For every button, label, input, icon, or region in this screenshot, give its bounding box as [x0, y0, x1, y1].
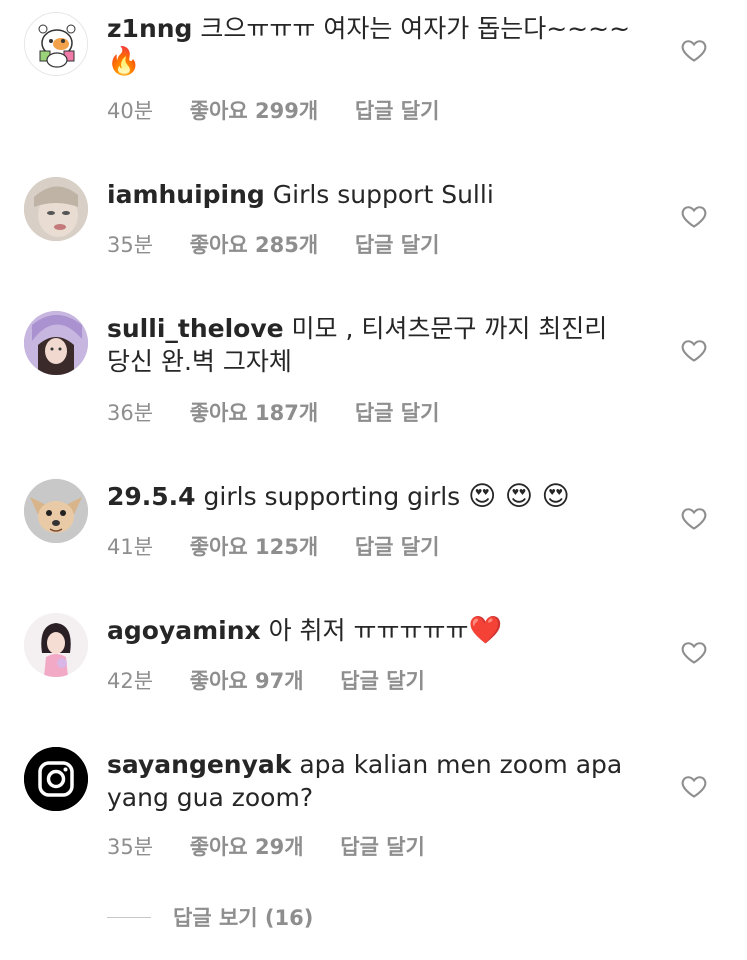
comment-meta: 35분 좋아요 29개 답글 달기	[107, 831, 455, 861]
comment-time: 35분	[107, 233, 154, 257]
view-replies-button[interactable]: 답글 보기 (16)	[107, 902, 313, 932]
reply-button[interactable]: 답글 달기	[340, 669, 425, 693]
comment-text: sulli_thelove 미모 , 티셔츠문구 까지 최진리 당신 완.벽 그…	[107, 312, 637, 378]
dog-photo-icon	[24, 479, 88, 543]
comment-meta: 40분 좋아요 299개 답글 달기	[107, 95, 469, 125]
likes-count[interactable]: 좋아요 125개	[190, 535, 318, 559]
view-replies-label: 답글 보기 (16)	[173, 906, 314, 930]
comment-time: 36분	[107, 401, 154, 425]
comment-text: z1nng 크으ㅠㅠㅠ 여자는 여자가 돕는다~~~~ 🔥	[107, 12, 637, 78]
likes-count[interactable]: 좋아요 299개	[190, 99, 318, 123]
photo-avatar-icon	[24, 311, 88, 375]
divider-line	[107, 916, 151, 918]
like-heart-icon[interactable]	[680, 638, 708, 666]
comment-meta: 36분 좋아요 187개 답글 달기	[107, 397, 469, 427]
comment-meta: 41분 좋아요 125개 답글 달기	[107, 531, 469, 561]
fire-emoji: 🔥	[107, 46, 141, 77]
likes-count[interactable]: 좋아요 187개	[190, 401, 318, 425]
like-heart-icon[interactable]	[680, 504, 708, 532]
avatar[interactable]	[24, 311, 88, 375]
comment-body: girls supporting girls	[203, 482, 469, 511]
instagram-logo-icon	[24, 747, 88, 811]
photo-avatar-icon	[24, 613, 88, 677]
reply-button[interactable]: 답글 달기	[355, 401, 440, 425]
comment-time: 42분	[107, 669, 154, 693]
comment-text: sayangenyak apa kalian men zoom apa yang…	[107, 748, 637, 814]
like-heart-icon[interactable]	[680, 772, 708, 800]
likes-count[interactable]: 좋아요 29개	[190, 835, 304, 859]
comment-body: Girls support Sulli	[272, 180, 494, 209]
comment-text: agoyaminx 아 취저 ㅠㅠㅠㅠㅠ❤️	[107, 614, 637, 647]
comment-meta: 42분 좋아요 97개 답글 달기	[107, 665, 455, 695]
photo-avatar-icon	[24, 177, 88, 241]
comment-username[interactable]: sayangenyak	[107, 750, 291, 779]
comment-text: iamhuiping Girls support Sulli	[107, 178, 637, 211]
like-heart-icon[interactable]	[680, 202, 708, 230]
avatar[interactable]	[24, 613, 88, 677]
like-heart-icon[interactable]	[680, 36, 708, 64]
reply-button[interactable]: 답글 달기	[340, 835, 425, 859]
comment-username[interactable]: sulli_thelove	[107, 314, 284, 343]
comment-time: 35분	[107, 835, 154, 859]
comment-time: 40분	[107, 99, 154, 123]
likes-count[interactable]: 좋아요 97개	[190, 669, 304, 693]
comment-meta: 35분 좋아요 285개 답글 달기	[107, 229, 469, 259]
comment-body: 아 취저 ㅠㅠㅠㅠㅠ	[268, 616, 469, 645]
comment-username[interactable]: z1nng	[107, 14, 192, 43]
comment-time: 41분	[107, 535, 154, 559]
comment-username[interactable]: 29.5.4	[107, 482, 196, 511]
heart-eyes-emoji: 😍 😍 😍	[468, 481, 570, 512]
reply-button[interactable]: 답글 달기	[355, 535, 440, 559]
comment-text: 29.5.4 girls supporting girls 😍 😍 😍	[107, 480, 637, 513]
reply-button[interactable]: 답글 달기	[355, 233, 440, 257]
cartoon-hamster-icon	[25, 13, 87, 75]
comment-username[interactable]: iamhuiping	[107, 180, 265, 209]
avatar[interactable]	[24, 479, 88, 543]
comment-body: 크으ㅠㅠㅠ 여자는 여자가 돕는다~~~~	[200, 14, 631, 43]
like-heart-icon[interactable]	[680, 336, 708, 364]
red-heart-emoji: ❤️	[468, 615, 503, 646]
avatar[interactable]	[24, 12, 88, 76]
likes-count[interactable]: 좋아요 285개	[190, 233, 318, 257]
avatar[interactable]	[24, 177, 88, 241]
reply-button[interactable]: 답글 달기	[355, 99, 440, 123]
avatar[interactable]	[24, 747, 88, 811]
comment-username[interactable]: agoyaminx	[107, 616, 261, 645]
